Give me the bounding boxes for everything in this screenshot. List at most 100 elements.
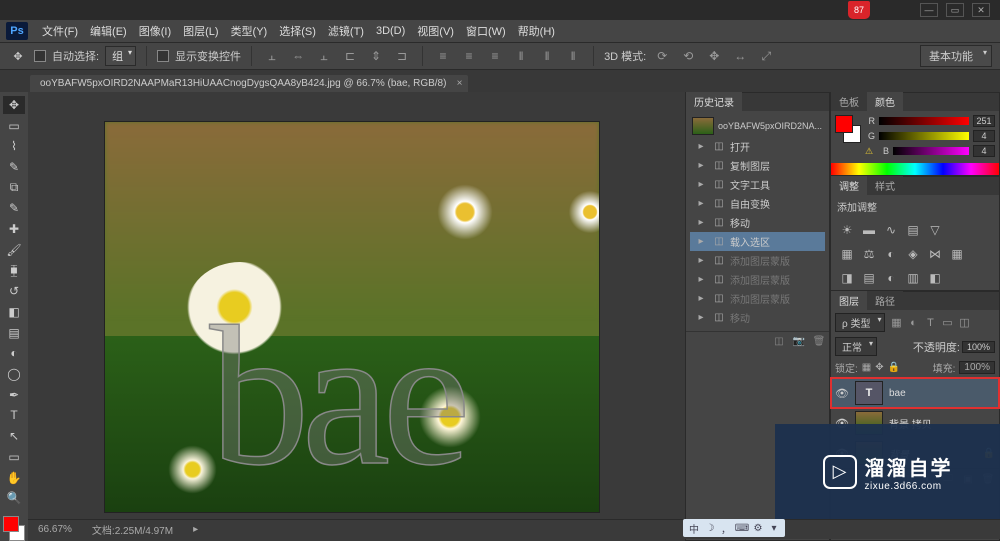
align-bottom-icon[interactable]: ⫠	[314, 46, 334, 66]
stamp-tool[interactable]: ⧯	[3, 262, 25, 280]
history-item[interactable]: ▸◫添加图层蒙版	[690, 289, 825, 308]
color-swatch-pair[interactable]	[835, 115, 861, 143]
history-item[interactable]: ▸◫添加图层蒙版	[690, 251, 825, 270]
filter-text-icon[interactable]: T	[923, 316, 937, 330]
dist-top-icon[interactable]: ≡	[433, 46, 453, 66]
color-tab[interactable]: 颜色	[867, 92, 903, 111]
posterize-icon[interactable]: ▤	[861, 270, 877, 286]
3d-slide-icon[interactable]: ↔	[730, 46, 750, 66]
3d-orbit-icon[interactable]: ⟳	[652, 46, 672, 66]
selective-color-icon[interactable]: ◧	[927, 270, 943, 286]
create-doc-icon[interactable]: ◫	[772, 335, 786, 347]
zoom-level[interactable]: 66.67%	[38, 524, 72, 535]
blur-tool[interactable]: ◐	[3, 344, 25, 362]
foreground-background-swatches[interactable]	[3, 516, 25, 541]
filter-adj-icon[interactable]: ◐	[906, 316, 920, 330]
brightness-icon[interactable]: ☀	[839, 222, 855, 238]
lookup-icon[interactable]: ▦	[949, 246, 965, 262]
hue-icon[interactable]: ▦	[839, 246, 855, 262]
filter-shape-icon[interactable]: ▭	[940, 316, 954, 330]
r-value[interactable]	[973, 115, 995, 127]
paths-tab[interactable]: 路径	[867, 291, 903, 310]
layer-thumbnail[interactable]: T	[855, 381, 883, 405]
filter-pixel-icon[interactable]: ▦	[889, 316, 903, 330]
history-item[interactable]: ▸◫自由变换	[690, 194, 825, 213]
new-snapshot-icon[interactable]: 📷	[792, 335, 806, 347]
menu-filter[interactable]: 滤镜(T)	[322, 23, 370, 39]
b-value[interactable]	[973, 145, 995, 157]
curves-icon[interactable]: ∿	[883, 222, 899, 238]
history-brush-tool[interactable]: ↺	[3, 282, 25, 300]
restore-button[interactable]: ▭	[946, 3, 964, 17]
history-snapshot[interactable]: ooYBAFW5pxOIRD2NA...	[690, 115, 825, 137]
dist-right-icon[interactable]: ‖	[563, 46, 583, 66]
history-item[interactable]: ▸◫移动	[690, 213, 825, 232]
document-canvas[interactable]: bae	[105, 122, 599, 512]
align-vcenter-icon[interactable]: ⇔	[288, 46, 308, 66]
bw-icon[interactable]: ◐	[883, 246, 899, 262]
type-tool[interactable]: T	[3, 407, 25, 425]
history-item[interactable]: ▸◫复制图层	[690, 156, 825, 175]
vibrance-icon[interactable]: ▽	[927, 222, 943, 238]
close-button[interactable]: ✕	[972, 3, 990, 17]
pen-tool[interactable]: ✒	[3, 386, 25, 404]
notification-badge[interactable]: 87	[848, 1, 870, 19]
align-top-icon[interactable]: ⫠	[262, 46, 282, 66]
3d-pan-icon[interactable]: ✥	[704, 46, 724, 66]
layer-row[interactable]: 👁Tbae	[831, 378, 999, 408]
fill-value[interactable]: 100%	[959, 361, 995, 374]
text-layer-content[interactable]: bae	[210, 297, 464, 497]
menu-view[interactable]: 视图(V)	[411, 23, 460, 39]
styles-tab[interactable]: 样式	[867, 176, 903, 195]
dist-bottom-icon[interactable]: ≡	[485, 46, 505, 66]
blend-mode-select[interactable]: 正常	[835, 337, 877, 356]
marquee-tool[interactable]: ▭	[3, 117, 25, 135]
hand-tool[interactable]: ✋	[3, 469, 25, 487]
tray-moon-icon[interactable]: ☽	[703, 521, 717, 535]
gradient-map-icon[interactable]: ▥	[905, 270, 921, 286]
history-item[interactable]: ▸◫添加图层蒙版	[690, 270, 825, 289]
quick-select-tool[interactable]: ✎	[3, 158, 25, 176]
doc-info-chevron-icon[interactable]: ▸	[193, 524, 198, 535]
path-tool[interactable]: ↖	[3, 427, 25, 445]
healing-tool[interactable]: ✚	[3, 220, 25, 238]
zoom-tool[interactable]: 🔍	[3, 489, 25, 507]
shape-tool[interactable]: ▭	[3, 448, 25, 466]
menu-edit[interactable]: 编辑(E)	[84, 23, 133, 39]
eyedropper-tool[interactable]: ✎	[3, 200, 25, 218]
auto-select-checkbox[interactable]	[34, 50, 46, 62]
menu-window[interactable]: 窗口(W)	[460, 23, 512, 39]
threshold-icon[interactable]: ◐	[883, 270, 899, 286]
gradient-tool[interactable]: ▤	[3, 324, 25, 342]
history-tab[interactable]: 历史记录	[686, 92, 742, 111]
tray-settings-icon[interactable]: ⚙	[751, 521, 765, 535]
align-left-icon[interactable]: ⊏	[340, 46, 360, 66]
menu-type[interactable]: 类型(Y)	[225, 23, 274, 39]
tray-ime-icon[interactable]: 中	[687, 521, 701, 535]
foreground-color-swatch[interactable]	[3, 516, 19, 532]
channel-mixer-icon[interactable]: ⋈	[927, 246, 943, 262]
menu-help[interactable]: 帮助(H)	[512, 23, 561, 39]
swatches-tab[interactable]: 色板	[831, 92, 867, 111]
history-item[interactable]: ▸◫打开	[690, 137, 825, 156]
brush-tool[interactable]: 🖌	[3, 241, 25, 259]
crop-tool[interactable]: ⧉	[3, 179, 25, 197]
lock-pixels-icon[interactable]: ▦	[862, 362, 871, 373]
history-item[interactable]: ▸◫移动	[690, 308, 825, 327]
dodge-tool[interactable]: ◯	[3, 365, 25, 383]
menu-image[interactable]: 图像(I)	[133, 23, 177, 39]
invert-icon[interactable]: ◨	[839, 270, 855, 286]
transform-controls-checkbox[interactable]	[157, 50, 169, 62]
close-document-icon[interactable]: ×	[457, 78, 463, 89]
align-right-icon[interactable]: ⊐	[392, 46, 412, 66]
exposure-icon[interactable]: ▤	[905, 222, 921, 238]
g-value[interactable]	[973, 130, 995, 142]
layers-tab[interactable]: 图层	[831, 291, 867, 310]
tray-punct-icon[interactable]: ，	[719, 521, 733, 535]
lock-position-icon[interactable]: ✥	[875, 362, 883, 373]
history-item[interactable]: ▸◫载入选区	[690, 232, 825, 251]
layer-filter-select[interactable]: ρ 类型	[835, 313, 885, 332]
delete-icon[interactable]: 🗑	[812, 335, 826, 347]
gamut-warning-icon[interactable]: ⚠	[865, 146, 875, 156]
minimize-button[interactable]: —	[920, 3, 938, 17]
